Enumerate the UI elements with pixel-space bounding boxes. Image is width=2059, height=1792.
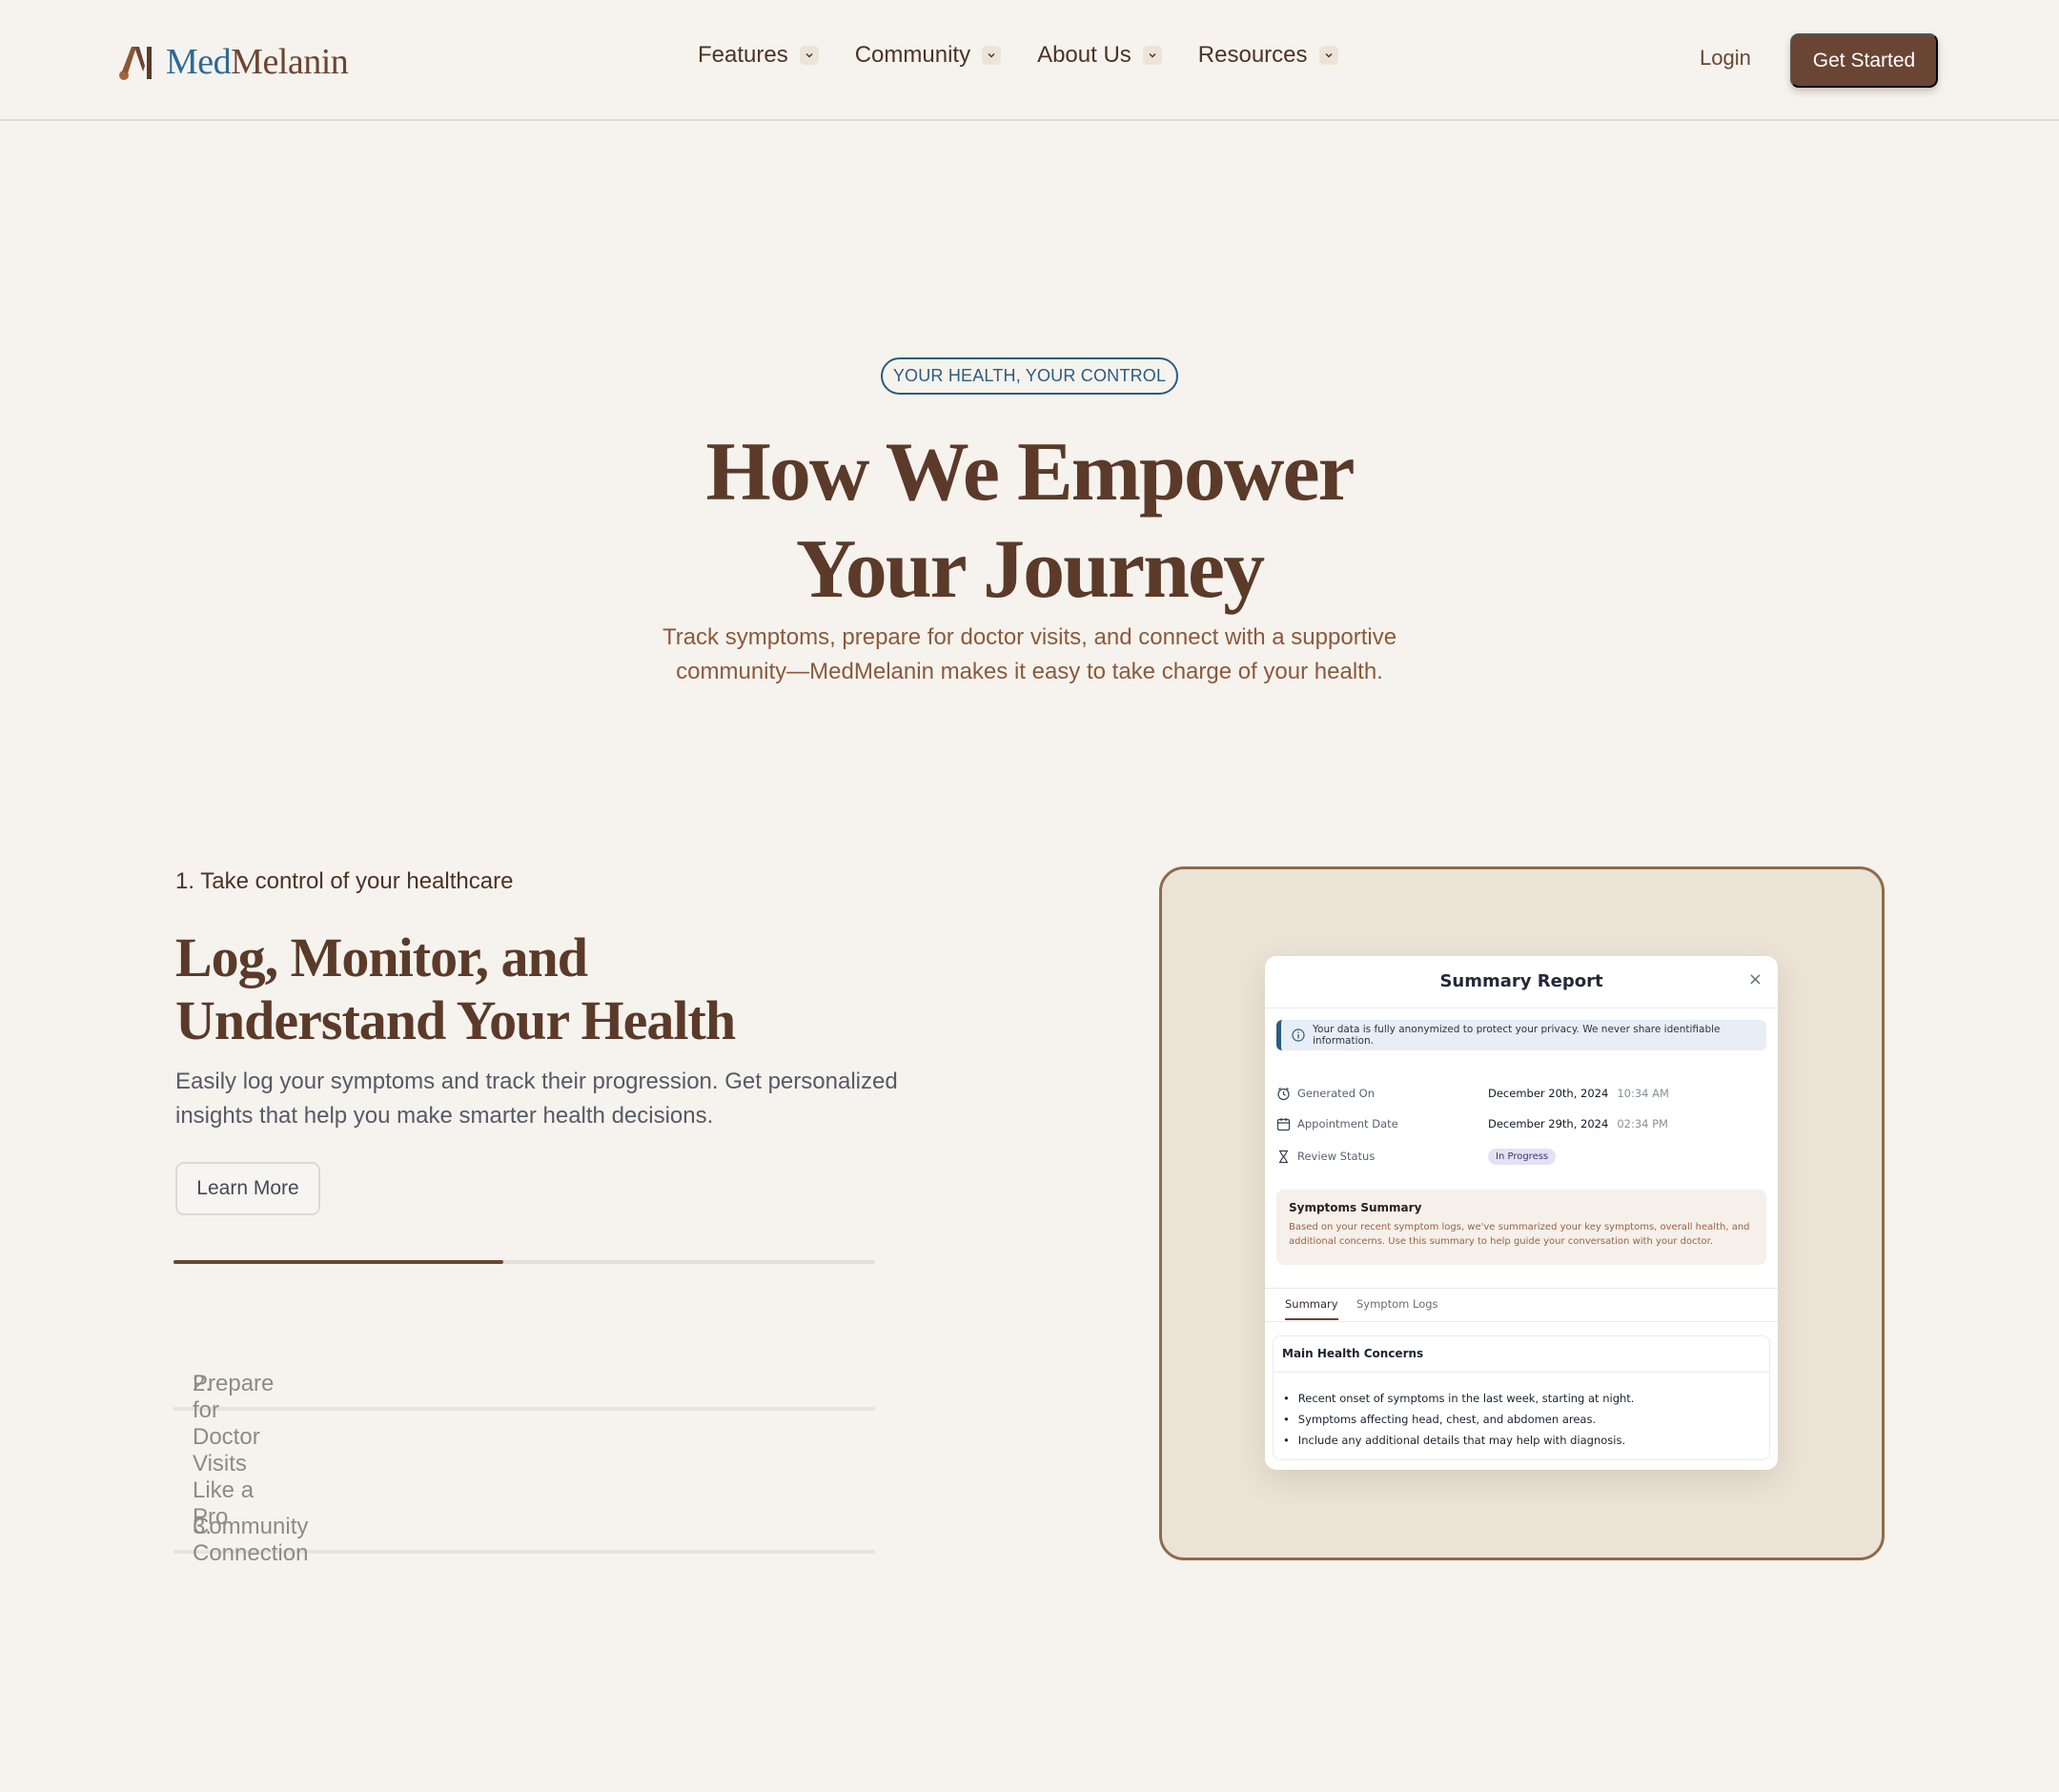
- hourglass-icon: [1279, 1150, 1288, 1163]
- menu-features-label: Features: [698, 42, 788, 68]
- list-item: Include any additional details that may …: [1283, 1430, 1634, 1451]
- hero-subtitle: Track symptoms, prepare for doctor visit…: [662, 624, 1397, 684]
- logo-melanin: Melanin: [231, 42, 349, 82]
- logo-text: MedMelanin: [166, 41, 349, 83]
- menu-resources-label: Resources: [1197, 42, 1308, 68]
- list-item: Symptoms affecting head, chest, and abdo…: [1283, 1409, 1634, 1430]
- clock-icon: [1277, 1087, 1290, 1100]
- logo-med: Med: [166, 42, 232, 82]
- concerns-list: Recent onset of symptoms in the last wee…: [1283, 1388, 1635, 1451]
- get-started-button[interactable]: Get Started: [1790, 33, 1938, 88]
- meta-label: Appointment Date: [1297, 1117, 1398, 1130]
- report-tabs: Summary Symptom Logs: [1265, 1288, 1778, 1322]
- meta-label: Review Status: [1297, 1150, 1376, 1163]
- learn-more-button[interactable]: Learn More: [175, 1162, 320, 1215]
- menu-community-label: Community: [854, 42, 971, 68]
- main-menu: Features Community About Us Resources: [698, 42, 1338, 69]
- chevron-down-icon: [1142, 46, 1162, 65]
- step-item-label: 2. Prepare for Doctor Visits Like a Pro: [183, 1319, 274, 1530]
- menu-about-us[interactable]: About Us: [1037, 42, 1162, 69]
- login-link[interactable]: Login: [1700, 46, 1751, 71]
- meta-time: 10:34 AM: [1617, 1087, 1669, 1100]
- tab-symptom-logs[interactable]: Symptom Logs: [1356, 1297, 1438, 1311]
- meta-label: Generated On: [1297, 1087, 1376, 1100]
- chevron-down-icon: [1318, 46, 1338, 65]
- menu-community[interactable]: Community: [854, 42, 1002, 69]
- meta-generated-on: Generated On December 20th, 2024 10:34 A…: [1276, 1084, 1766, 1103]
- concerns-title: Main Health Concerns: [1282, 1347, 1424, 1360]
- feature-title: Log, Monitor, and Understand Your Health: [175, 927, 900, 1052]
- hero-title: How We Empower Your Journey: [553, 424, 1506, 619]
- feature-title-line-1: Log, Monitor, and: [175, 927, 588, 988]
- symptoms-summary-title: Symptoms Summary: [1289, 1201, 1422, 1214]
- privacy-text: Your data is fully anonymized to protect…: [1313, 1024, 1721, 1047]
- feature-description: Easily log your symptoms and track their…: [175, 1069, 898, 1129]
- report-header: Summary Report ×: [1265, 956, 1778, 1008]
- main-health-concerns: Main Health Concerns Recent onset of sym…: [1273, 1335, 1770, 1460]
- meta-time: 02:34 PM: [1617, 1117, 1668, 1130]
- hero-title-line-1: How We Empower: [705, 426, 1355, 519]
- step-item-prepare-visits[interactable]: 2. Prepare for Doctor Visits Like a Pro: [173, 1268, 875, 1530]
- chevron-down-icon: [982, 46, 1002, 65]
- meta-review-status: Review Status In Progress: [1276, 1147, 1766, 1166]
- menu-features[interactable]: Features: [698, 42, 819, 69]
- eyebrow-badge: YOUR HEALTH, YOUR CONTROL: [881, 357, 1178, 395]
- step-item-label: 3. Community Connection: [183, 1462, 308, 1566]
- summary-report-card: Summary Report × Your data is fully anon…: [1265, 956, 1778, 1470]
- divider: [1274, 1372, 1769, 1373]
- report-title: Summary Report: [1439, 971, 1603, 991]
- hero-title-line-2: Your Journey: [795, 523, 1265, 616]
- menu-about-us-label: About Us: [1037, 42, 1131, 68]
- privacy-notice: Your data is fully anonymized to protect…: [1276, 1020, 1766, 1050]
- tab-summary[interactable]: Summary: [1285, 1297, 1338, 1320]
- menu-resources[interactable]: Resources: [1198, 42, 1338, 69]
- close-icon[interactable]: ×: [1748, 969, 1763, 989]
- top-navigation: MedMelanin Features Community About Us R…: [0, 0, 2059, 121]
- symptoms-summary: Symptoms Summary Based on your recent sy…: [1276, 1190, 1766, 1265]
- meta-value: December 20th, 2024: [1488, 1087, 1609, 1100]
- status-badge: In Progress: [1488, 1148, 1557, 1165]
- step-progress-fill: [173, 1260, 503, 1264]
- meta-value: December 29th, 2024: [1488, 1117, 1609, 1130]
- step-item-community[interactable]: 3. Community Connection: [173, 1411, 875, 1566]
- feature-title-line-2: Understand Your Health: [175, 989, 736, 1051]
- logo-mark-icon: [119, 47, 152, 80]
- meta-appointment-date: Appointment Date December 29th, 2024 02:…: [1276, 1114, 1766, 1133]
- chevron-down-icon: [799, 46, 819, 65]
- active-step-label[interactable]: 1. Take control of your healthcare: [175, 868, 513, 895]
- step-progress-bar: [173, 1260, 875, 1264]
- calendar-icon: [1276, 1117, 1291, 1130]
- info-icon: [1292, 1028, 1305, 1042]
- symptoms-summary-text: Based on your recent symptom logs, we've…: [1289, 1222, 1750, 1247]
- step-title: Community Connection: [193, 1514, 309, 1566]
- logo[interactable]: MedMelanin: [118, 38, 349, 86]
- list-item: Recent onset of symptoms in the last wee…: [1283, 1388, 1635, 1409]
